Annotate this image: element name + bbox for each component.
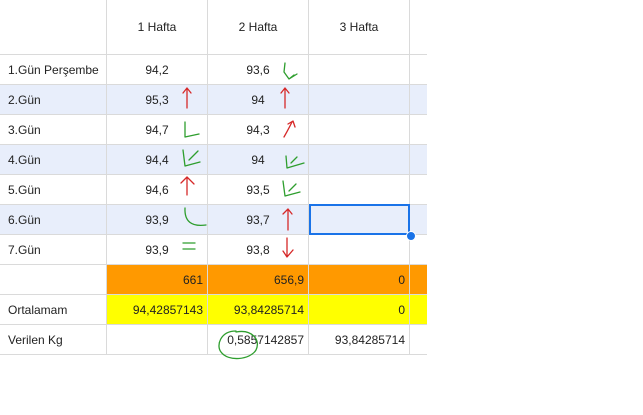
week-3-value[interactable] (309, 235, 410, 265)
extra-cell[interactable] (410, 115, 427, 145)
row-label[interactable]: 4.Gün (0, 145, 107, 175)
week-2-value[interactable]: 93,7 (208, 205, 309, 235)
week-3-average[interactable]: 0 (309, 295, 410, 325)
extra-cell[interactable] (410, 265, 427, 295)
week-3-value[interactable] (309, 145, 410, 175)
week-3-value[interactable] (309, 55, 410, 85)
row-label[interactable]: 2.Gün (0, 85, 107, 115)
week-2-value[interactable]: 93,6 (208, 55, 309, 85)
header-cell-week-2[interactable]: 2 Hafta (208, 0, 309, 55)
week-1-total[interactable]: 661 (107, 265, 208, 295)
row-label[interactable]: 7.Gün (0, 235, 107, 265)
week-2-value[interactable]: 94 (208, 145, 309, 175)
row-label[interactable]: Ortalamam (0, 295, 107, 325)
header-cell-extra[interactable] (410, 0, 427, 55)
row-label[interactable]: Verilen Kg (0, 325, 107, 355)
given-row: Verilen Kg 0,5857142857 93,84285714 (0, 325, 427, 355)
extra-cell[interactable] (410, 145, 427, 175)
table-row: 2.Gün 95,3 94 (0, 85, 427, 115)
averages-row: Ortalamam 94,42857143 93,84285714 0 (0, 295, 427, 325)
extra-cell[interactable] (410, 295, 427, 325)
week-1-value[interactable]: 94,4 (107, 145, 208, 175)
table-row: 3.Gün 94,7 94,3 (0, 115, 427, 145)
extra-cell[interactable] (410, 85, 427, 115)
week-1-value[interactable]: 94,6 (107, 175, 208, 205)
week-2-value[interactable]: 94,3 (208, 115, 309, 145)
fill-handle[interactable] (406, 231, 416, 241)
table-row: 7.Gün 93,9 93,8 (0, 235, 427, 265)
row-label[interactable]: 6.Gün (0, 205, 107, 235)
totals-row: 661 656,9 0 (0, 265, 427, 295)
header-row: 1 Hafta 2 Hafta 3 Hafta (0, 0, 427, 55)
table-row: 5.Gün 94,6 93,5 (0, 175, 427, 205)
week-2-given[interactable]: 0,5857142857 (208, 325, 309, 355)
header-cell-week-3[interactable]: 3 Hafta (309, 0, 410, 55)
table-row: 4.Gün 94,4 94 (0, 145, 427, 175)
week-3-given[interactable]: 93,84285714 (309, 325, 410, 355)
week-3-value[interactable] (309, 85, 410, 115)
extra-cell[interactable] (410, 175, 427, 205)
week-2-value[interactable]: 93,5 (208, 175, 309, 205)
week-3-value[interactable] (309, 115, 410, 145)
header-cell-week-1[interactable]: 1 Hafta (107, 0, 208, 55)
row-label[interactable]: 3.Gün (0, 115, 107, 145)
week-1-value[interactable]: 93,9 (107, 235, 208, 265)
week-2-total[interactable]: 656,9 (208, 265, 309, 295)
active-cell-selection[interactable] (309, 204, 410, 235)
week-3-value[interactable] (309, 175, 410, 205)
week-2-average[interactable]: 93,84285714 (208, 295, 309, 325)
row-label[interactable]: 5.Gün (0, 175, 107, 205)
week-1-value[interactable]: 95,3 (107, 85, 208, 115)
week-1-given[interactable] (107, 325, 208, 355)
week-1-value[interactable]: 94,2 (107, 55, 208, 85)
extra-cell[interactable] (410, 55, 427, 85)
extra-cell[interactable] (410, 325, 427, 355)
week-3-total[interactable]: 0 (309, 265, 410, 295)
week-1-value[interactable]: 93,9 (107, 205, 208, 235)
row-label[interactable] (0, 265, 107, 295)
week-1-value[interactable]: 94,7 (107, 115, 208, 145)
header-cell-corner[interactable] (0, 0, 107, 55)
week-2-value[interactable]: 93,8 (208, 235, 309, 265)
table-row: 1.Gün Perşembe 94,2 93,6 (0, 55, 427, 85)
row-label[interactable]: 1.Gün Perşembe (0, 55, 107, 85)
week-1-average[interactable]: 94,42857143 (107, 295, 208, 325)
week-2-value[interactable]: 94 (208, 85, 309, 115)
